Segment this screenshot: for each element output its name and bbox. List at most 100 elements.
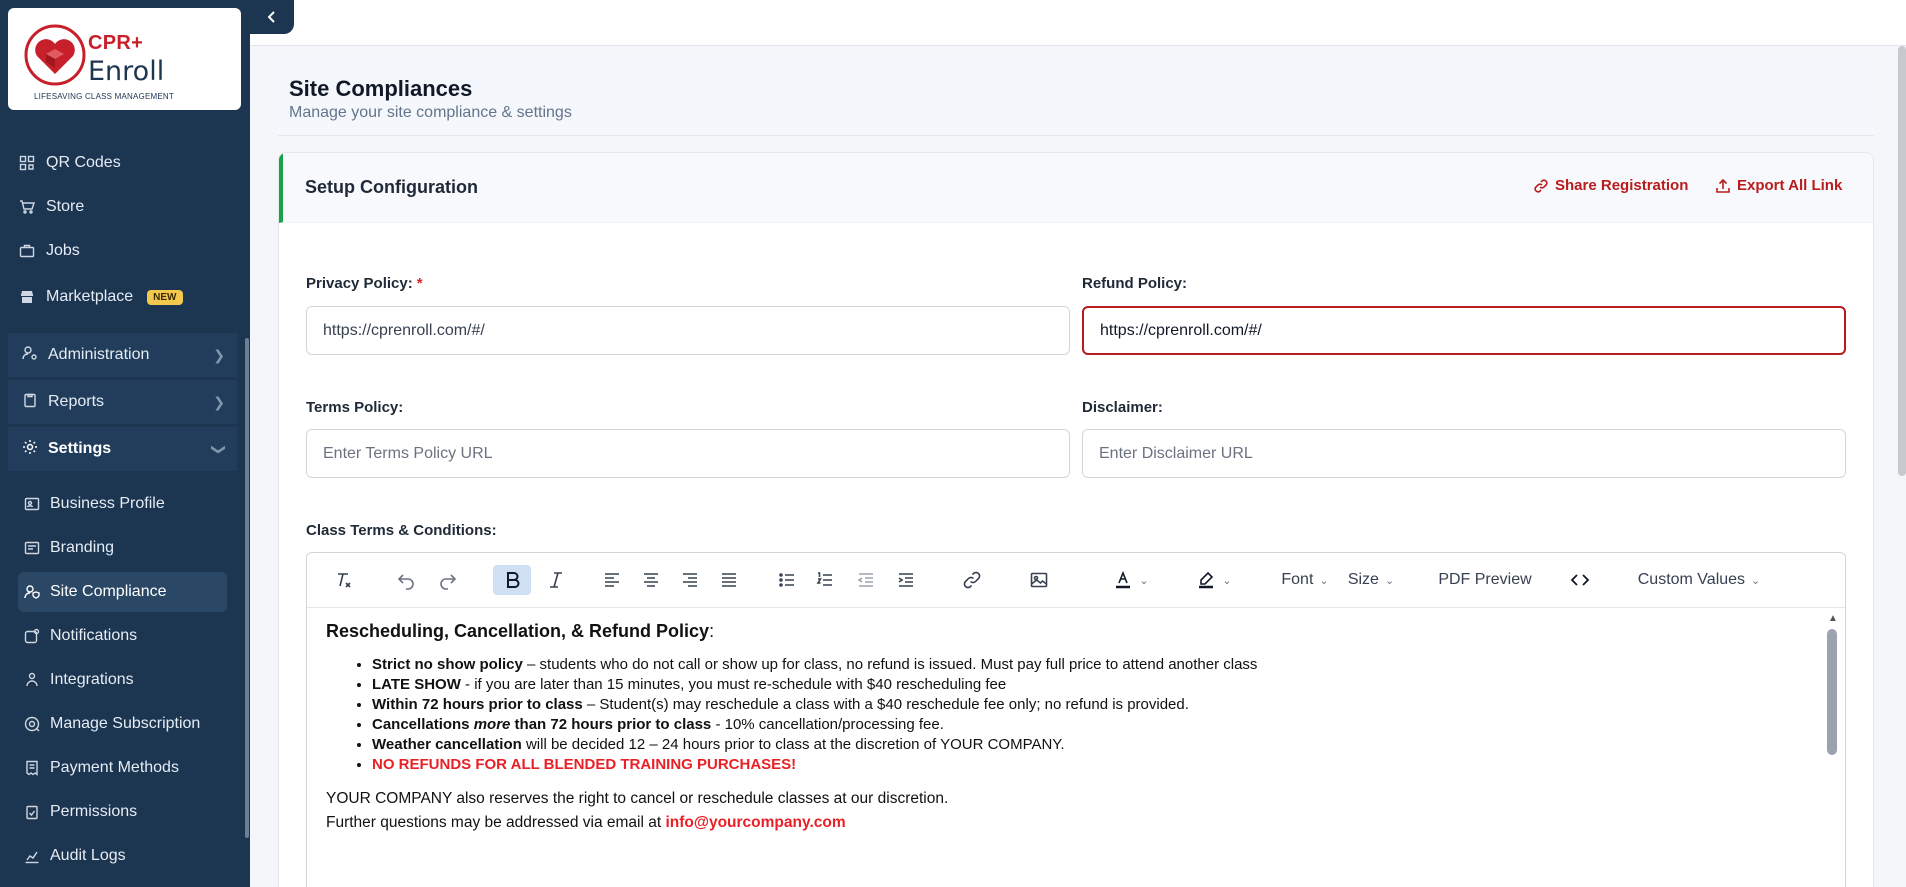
sidebar-item-notifications[interactable]: Notifications [18,616,227,656]
chevron-right-icon: ❯ [213,346,225,363]
italic-button[interactable] [541,565,571,595]
bulleted-list-icon [779,573,794,587]
outdent-button[interactable] [851,565,881,595]
sidebar-scrollbar[interactable] [245,338,249,838]
sidebar-item-site-compliance[interactable]: Site Compliance [18,572,227,612]
card-title: Setup Configuration [305,177,478,197]
font-dropdown-label: Font [1281,571,1314,588]
list-item-text: - 10% cancellation/processing fee. [711,716,944,733]
align-justify-icon [722,573,736,587]
store-icon [18,288,36,306]
chevron-down-icon: ❯ [211,443,228,455]
sitemap-icon [26,672,38,687]
numbered-list-button[interactable] [810,565,840,595]
bulleted-list-button[interactable] [772,565,802,595]
custom-values-dropdown[interactable]: Custom Values ⌄ [1633,565,1765,595]
sidebar-item-branding[interactable]: Branding [18,528,227,568]
sidebar-item-qr-codes[interactable]: QR Codes [18,146,121,180]
sidebar-item-label: Notifications [50,627,138,644]
align-center-button[interactable] [636,565,666,595]
policy-heading: Rescheduling, Cancellation, & Refund Pol… [326,621,1798,642]
sidebar-item-label: Manage Subscription [50,715,201,732]
list-item: Cancellations more than 72 hours prior t… [372,716,1798,733]
share-registration-button[interactable]: Share Registration [1533,177,1688,194]
sidebar-item-jobs[interactable]: Jobs [18,234,80,268]
list-item: NO REFUNDS FOR ALL BLENDED TRAINING PURC… [372,756,1798,773]
sidebar-group-reports[interactable]: Reports ❯ [8,380,237,424]
align-left-icon [605,573,619,587]
sidebar-item-label: Branding [50,539,115,556]
policy-heading-colon: : [709,621,715,641]
undo-button[interactable] [391,565,421,595]
sidebar-item-store[interactable]: Store [18,190,84,224]
numbered-list-icon [816,572,832,586]
bold-button[interactable] [493,565,531,595]
sidebar-item-business-profile[interactable]: Business Profile [18,484,227,524]
receipt-icon [26,760,38,776]
chevron-down-icon: ⌄ [1319,574,1329,587]
user-shield-icon [24,585,40,599]
custom-values-label: Custom Values [1637,571,1746,588]
align-justify-button[interactable] [714,565,744,595]
source-code-button[interactable] [1565,565,1595,595]
text-color-dropdown[interactable]: ⌄ [1107,565,1155,595]
privacy-policy-label-text: Privacy Policy: [306,275,413,292]
list-item-text: will be decided 12 – 24 hours prior to c… [521,736,1065,753]
refund-policy-input[interactable] [1082,306,1846,355]
sidebar: CPR+ Enroll LIFESAVING CLASS MANAGEMENT … [0,0,250,887]
disclaimer-input[interactable] [1082,429,1846,478]
size-dropdown[interactable]: Size ⌄ [1343,565,1399,595]
outdent-icon [857,573,873,587]
clear-format-button[interactable] [329,565,359,595]
sidebar-item-marketplace[interactable]: Marketplace NEW [18,280,183,314]
size-dropdown-label: Size [1347,571,1379,588]
policy-heading-text: Rescheduling, Cancellation, & Refund Pol… [326,621,710,641]
sidebar-item-manage-subscription[interactable]: Manage Subscription [18,704,227,744]
upload-icon [1716,178,1730,193]
redo-button[interactable] [433,565,463,595]
sidebar-item-permissions[interactable]: Permissions [18,792,227,832]
editor-scrollbar[interactable]: ▲ [1826,609,1838,887]
pdf-preview-button[interactable]: PDF Preview [1435,565,1535,595]
editor-scroll-thumb[interactable] [1827,629,1837,755]
collapse-sidebar-button[interactable] [250,0,294,34]
undo-icon [397,574,414,590]
sidebar-group-administration[interactable]: Administration ❯ [8,333,237,377]
logo[interactable]: CPR+ Enroll LIFESAVING CLASS MANAGEMENT [8,8,241,110]
page-scrollbar[interactable] [1898,46,1906,476]
font-dropdown[interactable]: Font ⌄ [1277,565,1333,595]
sidebar-item-label: Store [46,198,85,215]
sidebar-item-label: Business Profile [50,495,165,512]
privacy-policy-input[interactable] [306,306,1070,355]
top-bar [250,0,1906,46]
clipboard-check-icon [26,805,38,820]
text-color-icon [1116,570,1131,589]
email-link[interactable]: info@yourcompany.com [665,814,845,831]
sidebar-group-label: Reports [48,393,105,410]
highlight-color-dropdown[interactable]: ⌄ [1190,565,1238,595]
sidebar-item-integrations[interactable]: Integrations [18,660,227,700]
list-item-text: - if you are later than 15 minutes, you … [460,676,1007,693]
share-registration-label: Share Registration [1555,177,1689,194]
align-right-button[interactable] [675,565,705,595]
sidebar-item-label: Marketplace [46,288,134,305]
insert-image-button[interactable] [1024,565,1054,595]
sidebar-item-label: QR Codes [46,154,121,171]
indent-button[interactable] [891,565,921,595]
sidebar-group-settings[interactable]: Settings ❯ [8,427,237,471]
align-left-button[interactable] [597,565,627,595]
list-item-warning: NO REFUNDS FOR ALL BLENDED TRAINING PURC… [372,756,797,773]
sidebar-item-payment-methods[interactable]: Payment Methods [18,748,227,788]
chevron-down-icon: ⌄ [1751,574,1761,587]
list-item: Weather cancellation will be decided 12 … [372,736,1798,753]
sidebar-group-label: Settings [48,440,112,457]
cpr-heart-logo-icon [24,24,86,86]
disclaimer-label: Disclaimer: [1082,399,1163,416]
editor-content[interactable]: Rescheduling, Cancellation, & Refund Pol… [307,609,1817,887]
cart-icon [18,198,36,216]
insert-link-button[interactable] [957,565,987,595]
sidebar-item-audit-logs[interactable]: Audit Logs [18,836,227,876]
list-item-bold: than 72 hours prior to class [510,716,712,733]
terms-policy-input[interactable] [306,429,1070,478]
export-all-link-button[interactable]: Export All Link [1715,177,1842,194]
